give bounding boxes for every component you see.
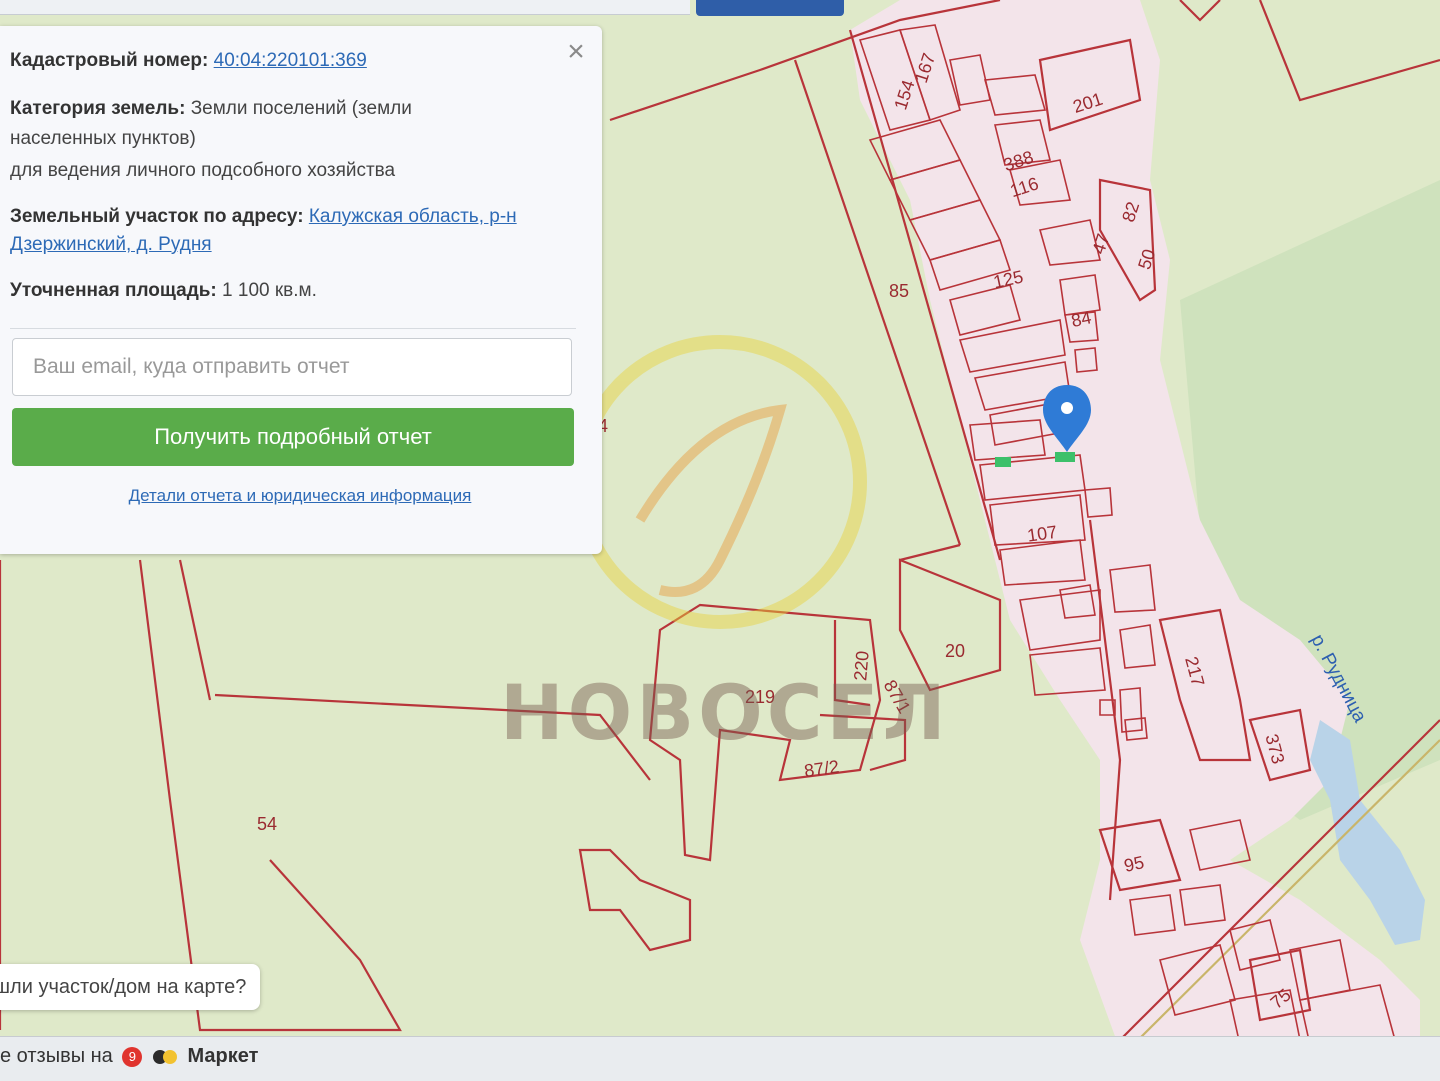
find-on-map-prompt[interactable]: шли участок/дом на карте?: [0, 964, 261, 1010]
get-report-button[interactable]: Получить подробный отчет: [12, 408, 574, 466]
footer-reviews[interactable]: е отзывы на 9 Маркет: [0, 1045, 258, 1068]
area-label: Уточненная площадь:: [10, 280, 217, 301]
email-field[interactable]: [12, 338, 572, 396]
parcel-label: 95: [1122, 852, 1146, 876]
address-link-line2[interactable]: Дзержинский, д. Рудня: [10, 234, 212, 255]
parcel-info-panel: × Кадастровый номер: 40:04:220101:369 Ка…: [0, 26, 602, 554]
close-icon[interactable]: ×: [560, 36, 592, 68]
cadastral-label: Кадастровый номер:: [10, 50, 209, 71]
category-value: Земли поселений (земли: [190, 98, 412, 119]
category-row: Категория земель: Земли поселений (земли: [10, 94, 412, 124]
footer-text: е отзывы на: [0, 1045, 113, 1067]
market-label: Маркет: [187, 1045, 259, 1067]
area-value: 1 100 кв.м.: [222, 280, 317, 301]
report-details-link[interactable]: Детали отчета и юридическая информация: [0, 486, 600, 506]
parcel-label: 84: [1069, 307, 1093, 331]
search-bar[interactable]: [0, 0, 690, 15]
category-purpose: для ведения личного подсобного хозяйства: [10, 160, 396, 181]
footer-bar: е отзывы на 9 Маркет: [0, 1036, 1440, 1081]
cadastral-number-link[interactable]: 40:04:220101:369: [214, 50, 367, 71]
market-icon: [152, 1049, 177, 1064]
parcel-label: 54: [257, 814, 277, 834]
cadastral-row: Кадастровый номер: 40:04:220101:369: [10, 46, 367, 76]
parcel-label: 107: [1026, 522, 1059, 546]
area-row: Уточненная площадь: 1 100 кв.м.: [10, 276, 317, 306]
rating-badge: 9: [122, 1046, 143, 1067]
category-label: Категория земель:: [10, 98, 186, 119]
search-button[interactable]: [696, 0, 844, 16]
watermark-text: НОВОСЕЛ: [500, 668, 950, 757]
address-label: Земельный участок по адресу:: [10, 206, 304, 227]
category-value-line2: населенных пунктов): [10, 128, 196, 149]
parcel-label: 20: [945, 641, 965, 661]
parcel-label: 85: [889, 281, 909, 301]
address-link[interactable]: Калужская область, р-н: [309, 206, 517, 227]
address-row-2: Дзержинский, д. Рудня: [10, 230, 212, 260]
divider: [10, 328, 576, 329]
address-row: Земельный участок по адресу: Калужская о…: [10, 202, 517, 232]
